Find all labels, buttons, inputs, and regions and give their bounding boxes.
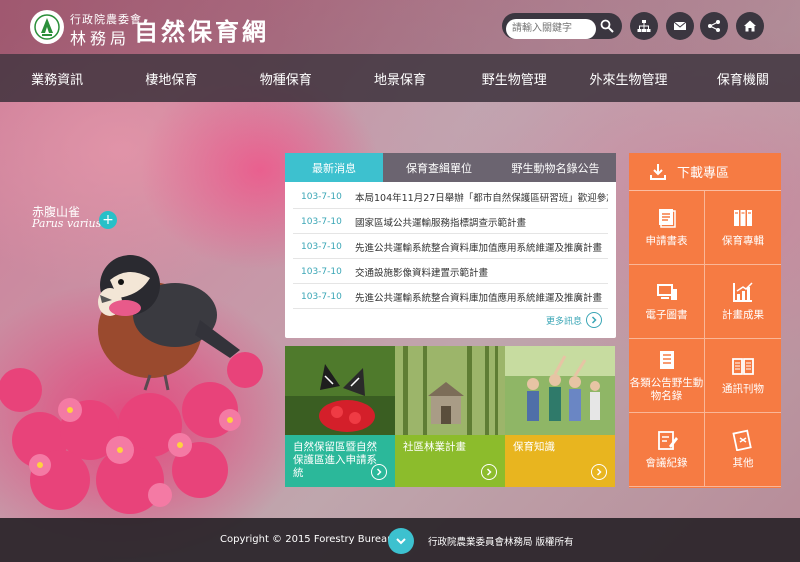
tab-latest-news[interactable]: 最新消息 [285, 153, 383, 182]
butterfly-photo [285, 346, 395, 435]
download-item-ebooks[interactable]: 電子圖書 [629, 265, 705, 339]
magazine-icon [732, 358, 754, 375]
download-item-forms[interactable]: 申請書表 [629, 191, 705, 265]
sitemap-button[interactable] [630, 12, 658, 40]
news-date: 103-7-10 [301, 241, 342, 252]
nav-item-business[interactable]: 業務資訊 [0, 69, 114, 88]
forms-icon [658, 209, 676, 228]
more-news-link[interactable]: 更多訊息 [546, 312, 602, 328]
news-date: 103-7-10 [301, 291, 342, 302]
mail-button[interactable] [666, 12, 694, 40]
back-to-top-button[interactable] [388, 528, 414, 554]
nav-item-wildlife[interactable]: 野生物管理 [457, 69, 571, 88]
feature-bird-latin: Parus varius [32, 217, 102, 230]
home-button[interactable] [736, 12, 764, 40]
other-icon [732, 429, 752, 451]
chart-icon [733, 282, 753, 302]
tile-caption-text: 社區林業計畫 [403, 441, 466, 453]
search-input[interactable] [506, 18, 596, 39]
tile-community-forestry[interactable]: 社區林業計畫 [395, 346, 505, 487]
download-item-label: 會議紀錄 [645, 457, 688, 469]
more-news-label: 更多訊息 [545, 316, 582, 327]
news-panel: 最新消息 保育查緝單位 野生動物名錄公告 103-7-10 本局104年11月2… [285, 153, 616, 338]
download-item-label: 各類公告野生動物名錄 [629, 376, 704, 402]
children-photo [505, 346, 615, 435]
news-date: 103-7-10 [301, 216, 342, 227]
news-item[interactable]: 103-7-10 先進公共運輸系統整合資料庫加值應用系統維運及推廣計畫 [293, 285, 608, 309]
nav-item-invasive[interactable]: 外來生物管理 [571, 69, 685, 88]
nav-item-habitat[interactable]: 棲地保育 [114, 69, 228, 88]
download-item-label: 電子圖書 [645, 309, 688, 321]
ebook-icon [656, 284, 677, 300]
nav-item-species[interactable]: 物種保育 [229, 69, 343, 88]
footer-copyright: Copyright © 2015 Forestry Bureau [220, 534, 394, 545]
download-item-minutes[interactable]: 會議紀錄 [629, 413, 705, 487]
download-item-label: 申請書表 [645, 235, 688, 247]
download-icon [650, 163, 666, 180]
tile-conservation-knowledge[interactable]: 保育知識 [505, 346, 615, 487]
bamboo-forest-photo [395, 346, 505, 435]
news-tabs: 最新消息 保育查緝單位 野生動物名錄公告 [285, 153, 616, 182]
search-box [502, 13, 622, 39]
chevron-right-icon[interactable] [371, 464, 387, 480]
bird-blossom-illustration [0, 255, 263, 514]
site-header: 行政院農委會 林務局 自然保育網 [0, 0, 800, 54]
news-item[interactable]: 103-7-10 交通設施影像資料建置示範計畫 [293, 260, 608, 284]
forestry-logo-icon[interactable] [30, 10, 64, 44]
chevron-right-icon [586, 312, 602, 328]
agency-name-line2: 林務局 [70, 29, 131, 48]
main-nav: 業務資訊 棲地保育 物種保育 地景保育 野生物管理 外來生物管理 保育機關 [0, 54, 800, 102]
footer-owner: 行政院農業委員會林務局 版權所有 [428, 537, 574, 548]
download-item-label: 其他 [732, 457, 754, 469]
list-icon [659, 350, 674, 369]
download-grid: 申請書表 保育專輯 電子圖書 計畫成果 各類公告野生動物名錄 通訊刊物 會議紀錄… [629, 191, 781, 487]
mail-icon [673, 21, 687, 30]
news-item[interactable]: 103-7-10 本局104年11月27日舉辦「都市自然保護區研習班」歡迎參加 [293, 185, 608, 209]
download-item-label: 保育專輯 [722, 235, 764, 247]
news-title[interactable]: 先進公共運輸系統整合資料庫加值應用系統維運及推廣計畫 [349, 240, 608, 254]
nav-item-landscape[interactable]: 地景保育 [343, 69, 457, 88]
news-date: 103-7-10 [301, 266, 342, 277]
download-item-label: 通訊刊物 [722, 383, 764, 395]
share-icon [708, 20, 720, 32]
chevron-right-icon[interactable] [591, 464, 607, 480]
download-item-newsletter[interactable]: 通訊刊物 [705, 339, 781, 413]
download-item-results[interactable]: 計畫成果 [705, 265, 781, 339]
news-title[interactable]: 本局104年11月27日舉辦「都市自然保護區研習班」歡迎參加 [349, 190, 608, 204]
site-title[interactable]: 自然保育網 [134, 12, 269, 47]
download-panel: 下載專區 申請書表 保育專輯 電子圖書 計畫成果 各類公告野生動物名錄 通訊刊物… [629, 153, 781, 488]
search-icon[interactable] [600, 19, 614, 33]
feature-more-button[interactable]: + [99, 211, 117, 229]
news-item[interactable]: 103-7-10 先進公共運輸系統整合資料庫加值應用系統維運及推廣計畫 [293, 235, 608, 259]
download-item-albums[interactable]: 保育專輯 [705, 191, 781, 265]
nav-item-agencies[interactable]: 保育機關 [686, 69, 800, 88]
tab-enforcement-units[interactable]: 保育查緝單位 [383, 153, 495, 182]
tile-nature-reserve[interactable]: 自然保留區暨自然保護區進入申請系統 [285, 346, 395, 487]
news-title[interactable]: 交通設施影像資料建置示範計畫 [349, 265, 608, 279]
share-button[interactable] [700, 12, 728, 40]
sitemap-icon [637, 20, 651, 32]
download-item-wildlife-list[interactable]: 各類公告野生動物名錄 [629, 339, 705, 413]
tab-wildlife-list[interactable]: 野生動物名錄公告 [495, 153, 616, 182]
chevron-down-icon [396, 538, 406, 545]
home-icon [744, 20, 756, 32]
news-date: 103-7-10 [301, 191, 342, 202]
download-item-label: 計畫成果 [722, 309, 764, 321]
news-item[interactable]: 103-7-10 國家區域公共運輸服務指標調查示範計畫 [293, 210, 608, 234]
minutes-icon [657, 431, 678, 450]
download-title: 下載專區 [677, 166, 730, 181]
site-footer: Copyright © 2015 Forestry Bureau 行政院農業委員… [0, 518, 800, 562]
download-header[interactable]: 下載專區 [629, 153, 781, 191]
chevron-right-icon[interactable] [481, 464, 497, 480]
tile-caption-text: 保育知識 [513, 441, 555, 453]
news-title[interactable]: 國家區域公共運輸服務指標調查示範計畫 [349, 215, 608, 229]
news-title[interactable]: 先進公共運輸系統整合資料庫加值應用系統維運及推廣計畫 [349, 290, 608, 304]
books-icon [734, 210, 752, 226]
tile-caption-text: 自然保留區暨自然保護區進入申請系統 [293, 441, 377, 479]
download-item-other[interactable]: 其他 [705, 413, 781, 487]
